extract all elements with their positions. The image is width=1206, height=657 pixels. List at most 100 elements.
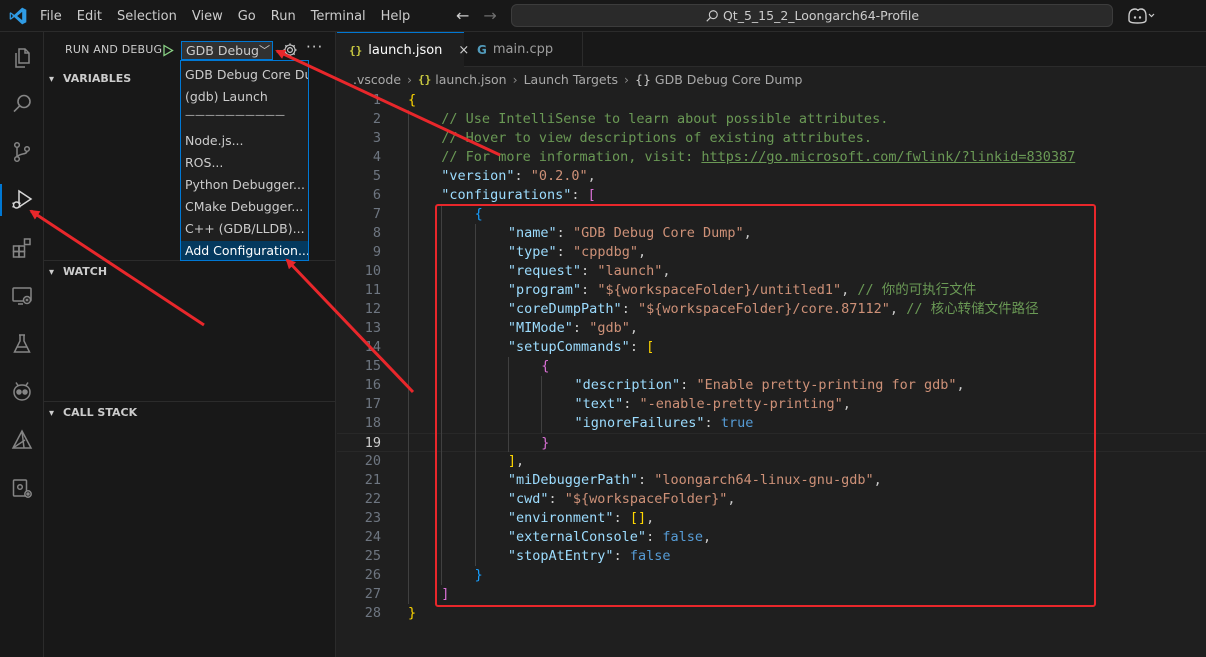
workspace-title: Qt_5_15_2_Loongarch64-Profile <box>722 8 920 23</box>
chevron-right-icon: › <box>407 71 413 87</box>
dropdown-item[interactable]: Python Debugger... <box>181 175 308 195</box>
remote-explorer-icon <box>12 287 32 305</box>
beaker-icon <box>13 334 31 353</box>
dropdown-item[interactable]: C++ (GDB/LLDB)... <box>181 219 308 239</box>
code-line[interactable]: 1{ <box>337 91 1206 110</box>
code-text: // For more information, visit: https://… <box>441 148 1075 167</box>
breadcrumb-item[interactable]: Launch Targets <box>524 72 618 87</box>
search-icon <box>706 9 718 22</box>
dropdown-item[interactable]: GDB Debug Core Dump <box>181 65 308 85</box>
source-control-icon <box>13 141 31 163</box>
menu-terminal[interactable]: Terminal <box>311 9 375 24</box>
tab-label: main.cpp <box>492 42 554 57</box>
activity-platformio[interactable] <box>0 372 44 412</box>
annotation-highlight-box <box>435 204 1096 607</box>
line-number: 22 <box>364 491 381 507</box>
dropdown-item[interactable]: ROS... <box>181 153 308 173</box>
code-line[interactable]: 2 // Use IntelliSense to learn about poss… <box>337 110 1206 129</box>
line-number: 18 <box>364 415 381 431</box>
alien-icon <box>13 382 31 401</box>
line-number: 14 <box>364 339 381 355</box>
chevron-down-icon: ﹀ <box>259 44 270 57</box>
dropdown-item[interactable]: CMake Debugger... <box>181 197 308 217</box>
activity-extensions[interactable] <box>0 228 44 268</box>
code-token: https://go.microsoft.com/fwlink/?linkid=… <box>701 149 1076 165</box>
line-number: 13 <box>364 320 381 336</box>
dropdown-item[interactable]: (gdb) Launch <box>181 87 308 107</box>
code-token: "version" <box>441 168 515 184</box>
line-number: 11 <box>364 282 381 298</box>
chevron-down-icon: ▾ <box>49 267 55 278</box>
chevron-right-icon: › <box>624 71 630 87</box>
line-number: 6 <box>372 187 381 203</box>
debug-config-select[interactable]: GDB Debug ﹀ <box>181 41 273 60</box>
extensions-icon <box>12 238 31 258</box>
more-actions-icon[interactable]: ··· <box>306 38 323 56</box>
menu-edit[interactable]: Edit <box>77 9 111 24</box>
call-stack-section-header[interactable]: ▾ CALL STACK <box>44 401 336 423</box>
activity-cmake[interactable] <box>0 420 44 460</box>
selected-config-label: GDB Debug <box>186 43 259 58</box>
line-number: 9 <box>372 244 381 260</box>
gear-document-icon <box>12 479 32 498</box>
back-arrow-icon[interactable]: ← <box>456 6 469 25</box>
code-token: [ <box>587 187 596 203</box>
breadcrumb-item[interactable]: GDB Debug Core Dump <box>655 72 803 87</box>
code-token: } <box>408 605 417 621</box>
editor-tabs: {} launch.json × G main.cpp <box>337 32 1206 67</box>
dropdown-item[interactable]: Node.js... <box>181 131 308 151</box>
vscode-logo-icon <box>9 7 27 25</box>
breadcrumb-item[interactable]: .vscode <box>353 72 401 87</box>
code-line[interactable]: 4 // For more information, visit: https:/… <box>337 148 1206 167</box>
chevron-down-icon: ▾ <box>49 74 55 85</box>
tab-launch-json[interactable]: {} launch.json × <box>337 32 469 67</box>
object-icon: {} <box>635 71 651 87</box>
json-file-icon: {} <box>418 72 432 86</box>
line-number: 7 <box>372 206 381 222</box>
code-line[interactable]: 5 "version": "0.2.0", <box>337 167 1206 186</box>
line-number: 12 <box>364 301 381 317</box>
menu-view[interactable]: View <box>192 9 232 24</box>
menu-file[interactable]: File <box>40 9 71 24</box>
line-number: 2 <box>372 111 381 127</box>
line-number: 23 <box>364 510 381 526</box>
code-token: // Hover to view descriptions of existin… <box>441 130 873 146</box>
code-token: : <box>514 168 531 184</box>
copilot-icon[interactable] <box>1125 7 1155 25</box>
code-text: // Use IntelliSense to learn about possi… <box>441 110 888 129</box>
code-text: } <box>408 604 416 623</box>
command-center-search[interactable]: Qt_5_15_2_Loongarch64-Profile <box>511 4 1113 27</box>
menu-run[interactable]: Run <box>271 9 305 24</box>
code-token: "0.2.0" <box>530 168 588 184</box>
activity-source-control[interactable] <box>0 132 44 172</box>
code-line[interactable]: 6 "configurations": [ <box>337 186 1206 205</box>
menu-selection[interactable]: Selection <box>117 9 186 24</box>
line-number: 24 <box>364 529 381 545</box>
forward-arrow-icon[interactable]: → <box>483 6 496 25</box>
activity-settings-extension[interactable] <box>0 468 44 508</box>
breadcrumb-item[interactable]: launch.json <box>435 72 506 87</box>
activity-run-and-debug[interactable] <box>0 180 44 220</box>
tab-main-cpp[interactable]: G main.cpp <box>465 32 583 67</box>
code-text: { <box>408 91 416 110</box>
activity-remote-explorer[interactable] <box>0 276 44 316</box>
add-configuration-item[interactable]: Add Configuration... <box>181 241 308 260</box>
debug-config-dropdown: GDB Debug Core Dump (gdb) Launch ———————… <box>180 60 309 261</box>
gear-icon[interactable] <box>281 41 299 59</box>
code-token: "configurations" <box>441 187 572 203</box>
code-token: // Use IntelliSense to learn about possi… <box>441 111 889 127</box>
code-line[interactable]: 3 // Hover to view descriptions of existi… <box>337 129 1206 148</box>
activity-testing[interactable] <box>0 324 44 364</box>
line-number: 15 <box>364 358 381 374</box>
activity-explorer[interactable] <box>0 38 44 78</box>
line-number: 10 <box>364 263 381 279</box>
line-number: 8 <box>372 225 381 241</box>
cpp-file-icon: G <box>477 42 487 57</box>
start-debugging-button[interactable] <box>158 40 178 60</box>
watch-section-header[interactable]: ▾ WATCH <box>44 260 336 282</box>
code-token: : <box>571 187 588 203</box>
activity-search[interactable] <box>0 84 44 124</box>
menu-help[interactable]: Help <box>381 9 420 24</box>
menu-go[interactable]: Go <box>238 9 265 24</box>
line-number: 5 <box>372 168 381 184</box>
